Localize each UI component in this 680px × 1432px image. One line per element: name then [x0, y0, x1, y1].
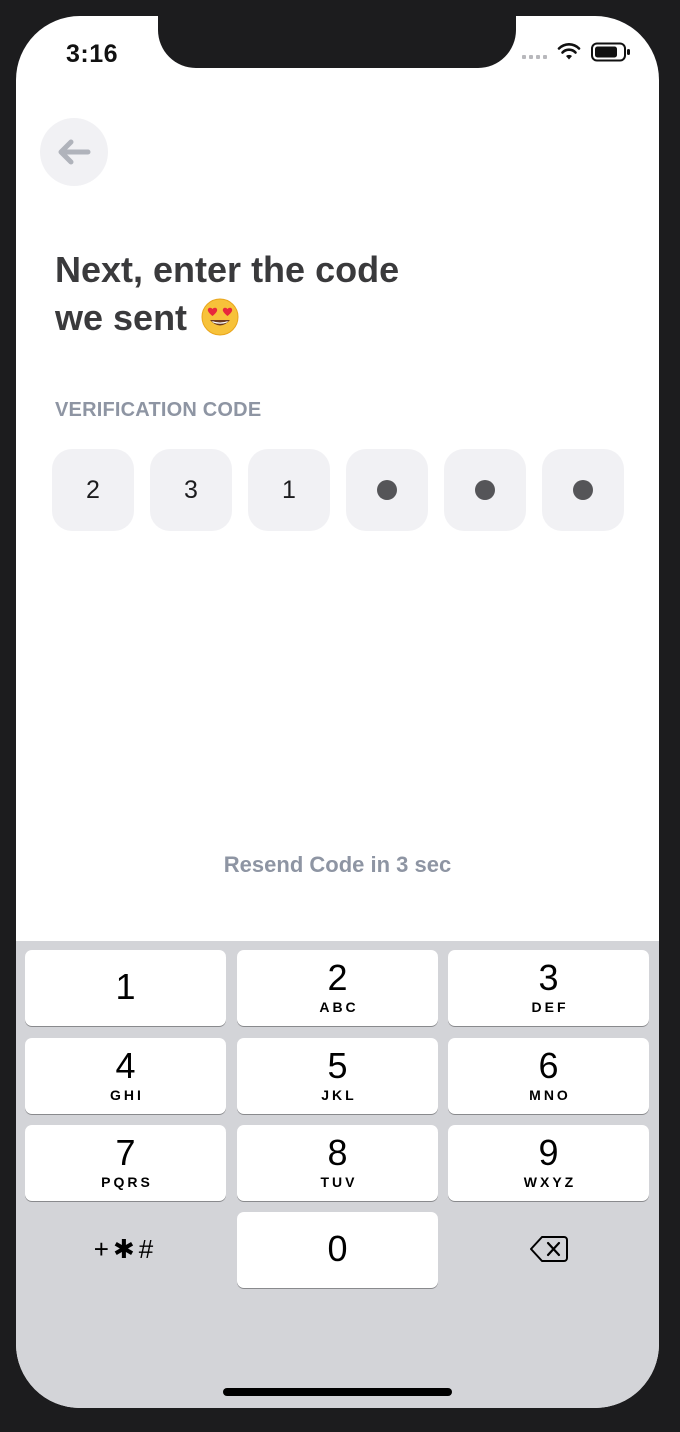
key-letters: DEF — [531, 999, 569, 1015]
key-9[interactable]: 9 WXYZ — [448, 1125, 649, 1201]
key-digit: 1 — [115, 966, 136, 1007]
key-8[interactable]: 8 TUV — [237, 1125, 438, 1201]
backspace-icon — [529, 1236, 568, 1262]
resend-code-timer: Resend Code in 3 sec — [223, 852, 452, 877]
code-digit: 3 — [184, 475, 198, 504]
key-letters: PQRS — [101, 1174, 153, 1190]
phone-screen: 3:16 Next, enter the code we sent VERIFI… — [16, 16, 659, 1408]
key-4[interactable]: 4 GHI — [25, 1038, 226, 1114]
key-6[interactable]: 6 MNO — [448, 1038, 649, 1114]
signal-icon — [522, 45, 547, 59]
key-digit: 3 — [538, 957, 559, 998]
key-letters: MNO — [529, 1087, 571, 1103]
arrow-left-icon — [58, 139, 91, 165]
status-icons — [522, 42, 631, 62]
key-1[interactable]: 1 — [25, 950, 226, 1026]
code-digit-box[interactable]: 1 — [248, 449, 330, 531]
key-digit: 5 — [327, 1045, 348, 1086]
key-digit: 7 — [115, 1132, 136, 1173]
key-letters: JKL — [321, 1087, 357, 1103]
key-digit: 9 — [538, 1132, 559, 1173]
symbols-label: +✱# — [93, 1233, 158, 1264]
verification-code-input[interactable]: 2 3 1 — [52, 449, 624, 531]
key-letters: TUV — [320, 1174, 358, 1190]
empty-digit-dot — [377, 480, 397, 500]
battery-icon — [591, 42, 630, 62]
key-letters: ABC — [319, 999, 359, 1015]
key-7[interactable]: 7 PQRS — [25, 1125, 226, 1201]
code-digit: 2 — [86, 475, 100, 504]
key-digit: 0 — [327, 1228, 348, 1269]
key-letters: GHI — [110, 1087, 144, 1103]
empty-digit-dot — [475, 480, 495, 500]
code-digit: 1 — [282, 475, 296, 504]
delete-key[interactable] — [448, 1211, 649, 1287]
code-digit-box[interactable] — [542, 449, 624, 531]
title-line-1: Next, enter the code — [55, 249, 400, 290]
code-digit-box[interactable] — [444, 449, 526, 531]
key-digit: 8 — [327, 1132, 348, 1173]
code-digit-box[interactable]: 3 — [150, 449, 232, 531]
code-digit-box[interactable]: 2 — [52, 449, 134, 531]
key-2[interactable]: 2 ABC — [237, 950, 438, 1026]
notch — [158, 16, 516, 68]
key-digit: 4 — [115, 1045, 136, 1086]
code-digit-box[interactable] — [346, 449, 428, 531]
home-indicator[interactable] — [223, 1388, 452, 1396]
key-3[interactable]: 3 DEF — [448, 950, 649, 1026]
title-line-2: we sent — [55, 297, 188, 338]
verification-code-label: VERIFICATION CODE — [55, 399, 262, 421]
heart-eyes-emoji-icon — [201, 298, 239, 336]
status-time: 3:16 — [66, 40, 119, 68]
back-button[interactable] — [40, 118, 108, 186]
numeric-keyboard: 1 2 ABC 3 DEF 4 GHI 5 JKL 6 MNO 7 PQRS 8 — [16, 941, 659, 1408]
key-digit: 2 — [327, 957, 348, 998]
key-0[interactable]: 0 — [237, 1212, 438, 1288]
page-title: Next, enter the code we sent — [55, 246, 575, 342]
empty-digit-dot — [573, 480, 593, 500]
symbols-key[interactable]: +✱# — [25, 1211, 226, 1287]
key-letters: WXYZ — [523, 1174, 577, 1190]
key-5[interactable]: 5 JKL — [237, 1038, 438, 1114]
key-digit: 6 — [538, 1045, 559, 1086]
wifi-icon — [557, 43, 581, 60]
